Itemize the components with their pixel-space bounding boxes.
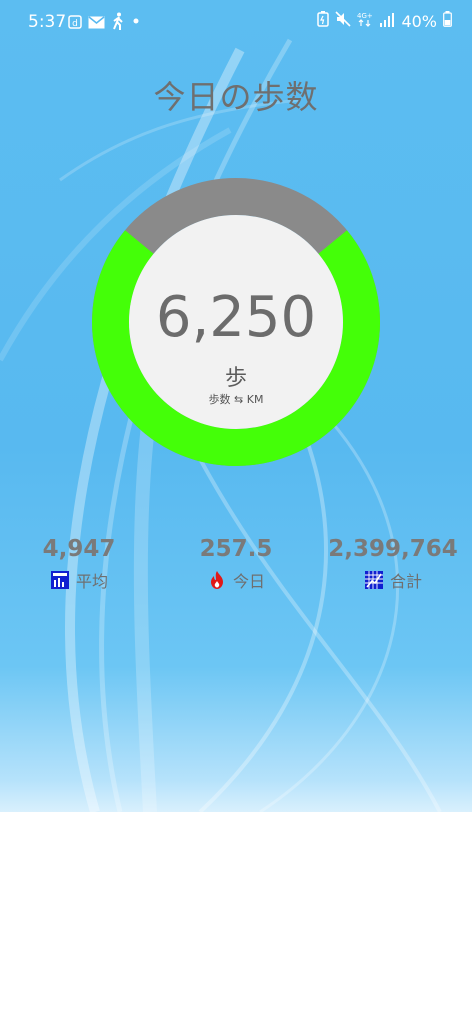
battery-icon [443,11,452,31]
walking-icon [111,12,125,34]
svg-text:d: d [72,19,78,29]
battery-saver-icon [317,11,330,31]
status-bar: 5:37 d 4G+ 40% [0,0,472,44]
stat-today: 257.5 今日 [180,536,292,592]
signal-icon [379,12,395,31]
average-chart-icon [50,570,70,590]
stat-total: 2,399,764 合計 [326,536,460,592]
steps-unit: 歩 [224,366,247,391]
stat-today-label: 今日 [232,572,265,591]
battery-percentage: 40% [401,11,437,31]
steps-km-toggle[interactable]: 歩数 ⇆ KM [92,391,380,407]
page-title: 今日の歩数 [153,78,319,116]
stat-average-value: 4,947 [42,536,116,562]
mute-icon [335,11,352,31]
steps-count: 6,250 [155,285,317,350]
stat-total-label: 合計 [389,572,422,591]
stat-average: 4,947 平均 [18,536,140,592]
stat-total-value: 2,399,764 [328,536,458,562]
fire-icon [207,570,227,590]
network-icon: 4G+ [357,11,373,31]
status-time: 5:37 [28,12,67,32]
network-label: 4G+ [357,12,373,20]
d-app-icon: d [68,14,82,33]
dot-icon [131,12,141,34]
stat-today-value: 257.5 [199,536,273,562]
mail-icon [88,14,105,33]
stat-average-label: 平均 [75,572,108,591]
total-grid-icon [364,570,384,590]
app-screen: 5:37 d 4G+ 40% 今日の歩数 6,250 歩 歩数 ⇆ KM 4,9… [0,0,472,812]
